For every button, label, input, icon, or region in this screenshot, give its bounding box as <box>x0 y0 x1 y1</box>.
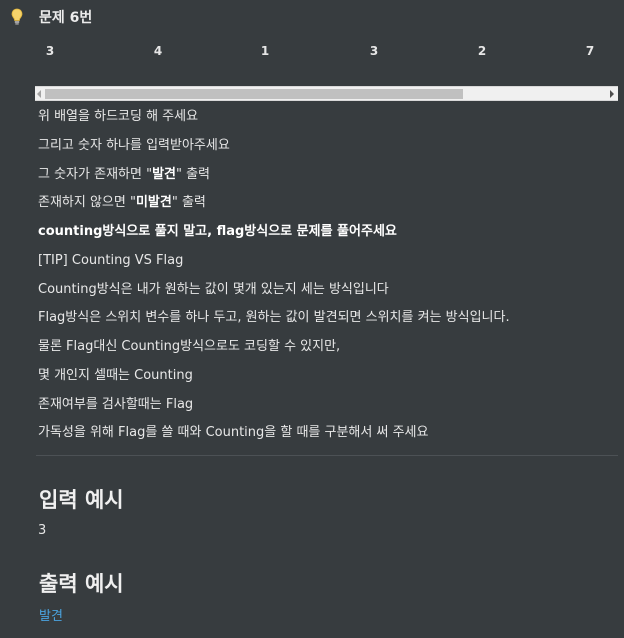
text-span: " 출력 <box>175 166 211 182</box>
divider <box>36 455 618 456</box>
array-table-row: 3 4 1 3 2 7 <box>36 44 620 62</box>
array-cell: 3 <box>369 44 379 58</box>
bold-text: 미발견 <box>135 195 172 211</box>
text-line: Flag방식은 스위치 변수를 하나 두고, 원하는 값이 발견되면 스위치를 … <box>38 308 618 337</box>
text-span: 존재하지 않으면 " <box>38 195 136 211</box>
text-line: 몇 개인지 셀때는 Counting <box>38 366 618 395</box>
text-span: [TIP] Counting VS Flag <box>38 252 184 268</box>
text-line: 존재여부를 검사할때는 Flag <box>38 395 618 424</box>
horizontal-scrollbar[interactable] <box>35 86 618 101</box>
text-line: counting방식으로 풀지 말고, flag방식으로 문제를 풀어주세요 <box>38 222 618 251</box>
text-line: [TIP] Counting VS Flag <box>38 251 618 280</box>
text-span: 위 배열을 하드코딩 해 주세요 <box>38 109 199 124</box>
text-span: " 출력 <box>171 195 206 211</box>
text-span: 그리고 숫자 하나를 입력받아주세요 <box>38 137 230 153</box>
text-line: 위 배열을 하드코딩 해 주세요 <box>38 107 618 136</box>
text-line: 가독성을 위해 Flag를 쓸 때와 Counting을 할 때를 구분해서 써… <box>38 423 618 452</box>
text-span: 가독성을 위해 Flag를 쓸 때와 Counting을 할 때를 구분해서 써… <box>38 425 429 441</box>
text-span: 그 숫자가 존재하면 " <box>38 166 153 182</box>
array-cell: 3 <box>45 44 55 58</box>
text-span: 존재여부를 검사할때는 Flag <box>38 396 194 412</box>
text-line: 물론 Flag대신 Counting방식으로도 코딩할 수 있지만, <box>38 337 618 366</box>
problem-description: 위 배열을 하드코딩 해 주세요그리고 숫자 하나를 입력받아주세요그 숫자가 … <box>38 107 618 452</box>
scroll-right-icon[interactable] <box>610 90 614 98</box>
array-cell: 2 <box>477 44 487 58</box>
text-span: 물론 Flag대신 Counting방식으로도 코딩할 수 있지만, <box>38 339 341 354</box>
text-line: 그 숫자가 존재하면 "발견" 출력 <box>38 165 618 194</box>
text-span: Flag방식은 스위치 변수를 하나 두고, 원하는 값이 발견되면 스위치를 … <box>38 310 510 326</box>
array-cell: 1 <box>260 44 270 58</box>
text-line: 그리고 숫자 하나를 입력받아주세요 <box>38 136 618 165</box>
text-line: Counting방식은 내가 원하는 값이 몇개 있는지 세는 방식입니다 <box>38 280 618 309</box>
array-cell: 7 <box>585 44 595 58</box>
output-example-value[interactable]: 발견 <box>39 605 63 624</box>
scroll-left-icon[interactable] <box>37 90 41 98</box>
callout-header: 문제 6번 <box>8 6 92 28</box>
text-line: 존재하지 않으면 "미발견" 출력 <box>38 193 618 222</box>
text-span: Counting방식은 내가 원하는 값이 몇개 있는지 세는 방식입니다 <box>38 281 389 297</box>
callout-title: 문제 6번 <box>39 10 93 26</box>
text-span: 몇 개인지 셀때는 Counting <box>38 367 193 383</box>
bold-text: 발견 <box>152 166 176 182</box>
input-example-heading: 입력 예시 <box>39 488 124 512</box>
array-cell: 4 <box>153 44 163 58</box>
input-example-value: 3 <box>38 523 47 538</box>
lightbulb-icon <box>8 7 26 27</box>
output-example-heading: 출력 예시 <box>39 572 124 596</box>
scrollbar-thumb[interactable] <box>45 89 463 99</box>
bold-text: counting방식으로 풀지 말고, flag방식으로 문제를 풀어주세요 <box>38 224 397 239</box>
